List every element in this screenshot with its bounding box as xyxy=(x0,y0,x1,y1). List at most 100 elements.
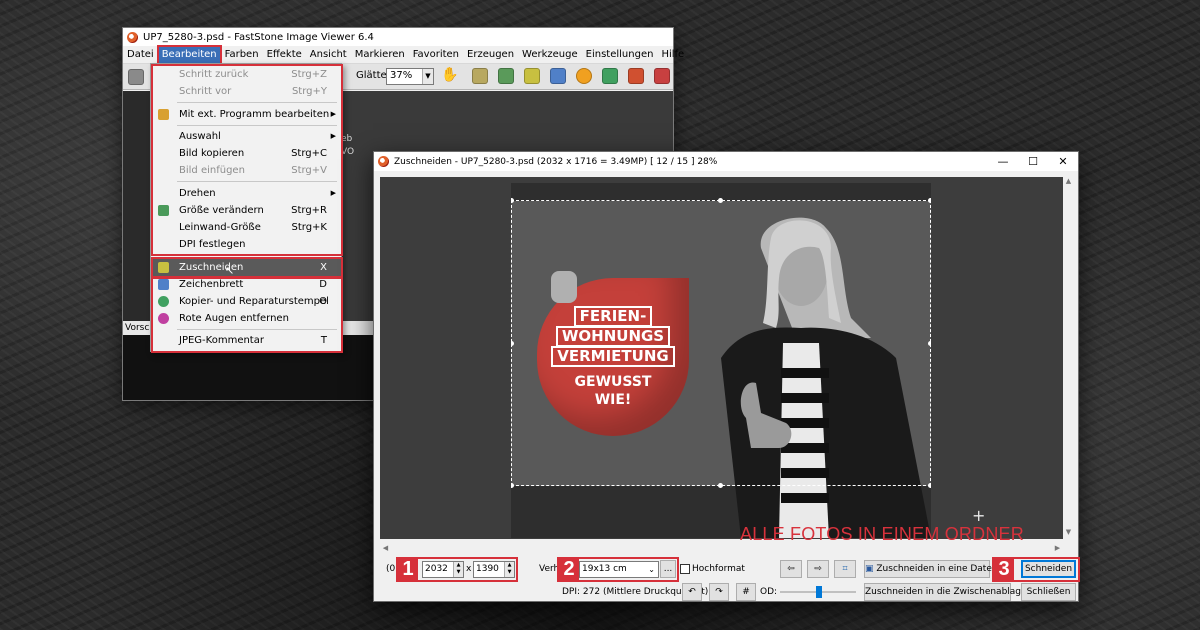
crop-handle[interactable] xyxy=(928,198,931,203)
crop-selection[interactable] xyxy=(511,198,931,488)
scroll-right-icon[interactable]: ▶ xyxy=(1052,542,1063,554)
menu-einstellungen[interactable]: Einstellungen xyxy=(582,46,658,64)
coordinate-label: (0, xyxy=(386,564,399,574)
menu-hilfe[interactable]: Hilfe xyxy=(657,46,688,64)
menu-item-undo[interactable]: Schritt zurück Strg+Z xyxy=(151,66,341,83)
rotate-right-button[interactable]: ↷ xyxy=(709,583,729,601)
menu-item-rotate[interactable]: Drehen ▶ xyxy=(151,185,341,202)
crop-tool-icon[interactable] xyxy=(524,68,540,84)
chevron-down-icon[interactable]: ⌄ xyxy=(648,562,655,577)
stamp-tool-icon[interactable] xyxy=(602,68,618,84)
menubar: Datei Bearbeiten Farben Effekte Ansicht … xyxy=(123,44,684,65)
width-value: 2032 xyxy=(425,564,448,574)
camera-icon[interactable] xyxy=(128,68,144,85)
menu-item-external-program[interactable]: Mit ext. Programm bearbeiten ▶ xyxy=(151,106,341,123)
crop-to-file-label: Zuschneiden in eine Datei xyxy=(876,564,995,574)
height-value: 1390 xyxy=(476,564,499,574)
grid-toggle-button[interactable]: # xyxy=(736,583,756,601)
menu-item-shortcut: X xyxy=(320,262,327,273)
menu-separator xyxy=(177,329,337,330)
menu-separator xyxy=(177,255,337,256)
crop-handle[interactable] xyxy=(928,341,931,346)
crop-canvas[interactable]: FERIEN- WOHNUNGS VERMIETUNG GEWUSST WIE!… xyxy=(380,177,1063,539)
partial-info-line: eb xyxy=(341,134,353,144)
menu-item-copy-image[interactable]: Bild kopieren Strg+C xyxy=(151,145,341,162)
menu-item-set-dpi[interactable]: DPI festlegen xyxy=(151,236,341,253)
menu-effekte[interactable]: Effekte xyxy=(263,46,306,64)
ratio-more-button[interactable]: ... xyxy=(660,560,676,578)
spinner-arrows-icon[interactable]: ▲ ▼ xyxy=(453,562,463,577)
scroll-left-icon[interactable]: ◀ xyxy=(380,542,391,554)
menu-item-red-eye[interactable]: Rote Augen entfernen xyxy=(151,310,341,327)
arrow-left-button[interactable]: ⇦ xyxy=(780,560,802,578)
menu-item-label: JPEG-Kommentar xyxy=(179,335,264,346)
spinner-arrows-icon[interactable]: ▲ ▼ xyxy=(504,562,514,577)
close-icon[interactable]: ✕ xyxy=(1048,152,1078,171)
menu-item-shortcut: Strg+C xyxy=(291,148,327,159)
faststone-app-icon xyxy=(378,156,389,167)
menu-erzeugen[interactable]: Erzeugen xyxy=(463,46,518,64)
menu-item-shortcut: Strg+R xyxy=(291,205,327,216)
cut-button[interactable]: Schneiden xyxy=(1021,560,1076,578)
menu-item-label: Zeichenbrett xyxy=(179,279,244,290)
main-window-title: UP7_5280-3.psd - FastStone Image Viewer … xyxy=(143,31,374,43)
crop-handle[interactable] xyxy=(511,341,514,346)
fit-selection-button[interactable]: ⌗ xyxy=(834,560,856,578)
scroll-down-icon[interactable]: ▼ xyxy=(1063,528,1074,539)
maximize-icon[interactable]: ☐ xyxy=(1018,152,1048,171)
menu-item-label: Leinwand-Größe xyxy=(179,222,261,233)
crop-icon xyxy=(158,262,169,273)
menu-item-label: Bild einfügen xyxy=(179,165,245,176)
chevron-down-icon[interactable]: ▼ xyxy=(422,69,433,84)
color-tool-icon[interactable] xyxy=(576,68,592,84)
opacity-slider-thumb[interactable] xyxy=(816,586,822,598)
crop-handle[interactable] xyxy=(718,483,723,488)
portrait-checkbox[interactable] xyxy=(680,564,690,574)
rotate-left-button[interactable]: ↶ xyxy=(682,583,702,601)
menu-item-paste-image[interactable]: Bild einfügen Strg+V xyxy=(151,162,341,179)
menu-markieren[interactable]: Markieren xyxy=(351,46,409,64)
width-input[interactable]: 2032 ▲ ▼ xyxy=(422,561,464,578)
menu-item-redo[interactable]: Schritt vor Strg+Y xyxy=(151,83,341,100)
menu-item-drawing-board[interactable]: Zeichenbrett D xyxy=(151,276,341,293)
menu-datei[interactable]: Datei xyxy=(123,46,158,64)
zoom-value: 37% xyxy=(390,70,413,81)
menu-item-clone-stamp[interactable]: Kopier- und Reparaturstempel O xyxy=(151,293,341,310)
folder-pane[interactable] xyxy=(123,91,151,321)
ratio-select[interactable]: 19x13 cm ⌄ xyxy=(579,561,659,578)
crop-to-clipboard-button[interactable]: Zuschneiden in die Zwischenablage xyxy=(864,583,1027,601)
zoom-select[interactable]: 37% ▼ xyxy=(386,68,434,85)
effects-tool-icon[interactable] xyxy=(628,68,644,84)
menu-favoriten[interactable]: Favoriten xyxy=(409,46,463,64)
draw-tool-icon[interactable] xyxy=(550,68,566,84)
height-input[interactable]: 1390 ▲ ▼ xyxy=(473,561,515,578)
submenu-arrow-icon: ▶ xyxy=(330,189,336,197)
crop-to-file-button[interactable]: ▣ Zuschneiden in eine Datei xyxy=(864,560,994,578)
arrow-right-button[interactable]: ⇨ xyxy=(807,560,829,578)
scroll-up-icon[interactable]: ▲ xyxy=(1063,177,1074,188)
crop-handle[interactable] xyxy=(718,198,723,203)
minimize-icon[interactable]: — xyxy=(988,152,1018,171)
menu-bearbeiten[interactable]: Bearbeiten xyxy=(156,44,222,65)
menu-item-jpeg-comment[interactable]: JPEG-Kommentar T xyxy=(151,332,341,349)
crosshair-cursor-icon: + xyxy=(972,506,986,525)
menu-item-canvas-size[interactable]: Leinwand-Größe Strg+K xyxy=(151,219,341,236)
resize-tool-icon[interactable] xyxy=(498,68,514,84)
crop-handle[interactable] xyxy=(928,483,931,488)
menu-werkzeuge[interactable]: Werkzeuge xyxy=(518,46,582,64)
menu-ansicht[interactable]: Ansicht xyxy=(306,46,351,64)
settings-tool-icon[interactable] xyxy=(654,68,670,84)
menu-farben[interactable]: Farben xyxy=(221,46,263,64)
menu-item-resize[interactable]: Größe verändern Strg+R xyxy=(151,202,341,219)
crop-handle[interactable] xyxy=(511,198,514,203)
hand-tool-icon[interactable]: ✋ xyxy=(441,67,458,83)
arrow-left-icon: ⇦ xyxy=(787,564,795,574)
menu-item-selection[interactable]: Auswahl ▶ xyxy=(151,128,341,145)
arrow-right-icon: ⇨ xyxy=(814,564,822,574)
rotate-left-icon: ↶ xyxy=(688,587,696,597)
grid-icon: # xyxy=(742,587,750,597)
filmstrip-icon[interactable] xyxy=(472,68,488,84)
close-button[interactable]: Schließen xyxy=(1021,583,1076,601)
vertical-scrollbar[interactable]: ▲ ▼ xyxy=(1063,177,1074,539)
menu-item-crop[interactable]: Zuschneiden X xyxy=(151,259,341,276)
